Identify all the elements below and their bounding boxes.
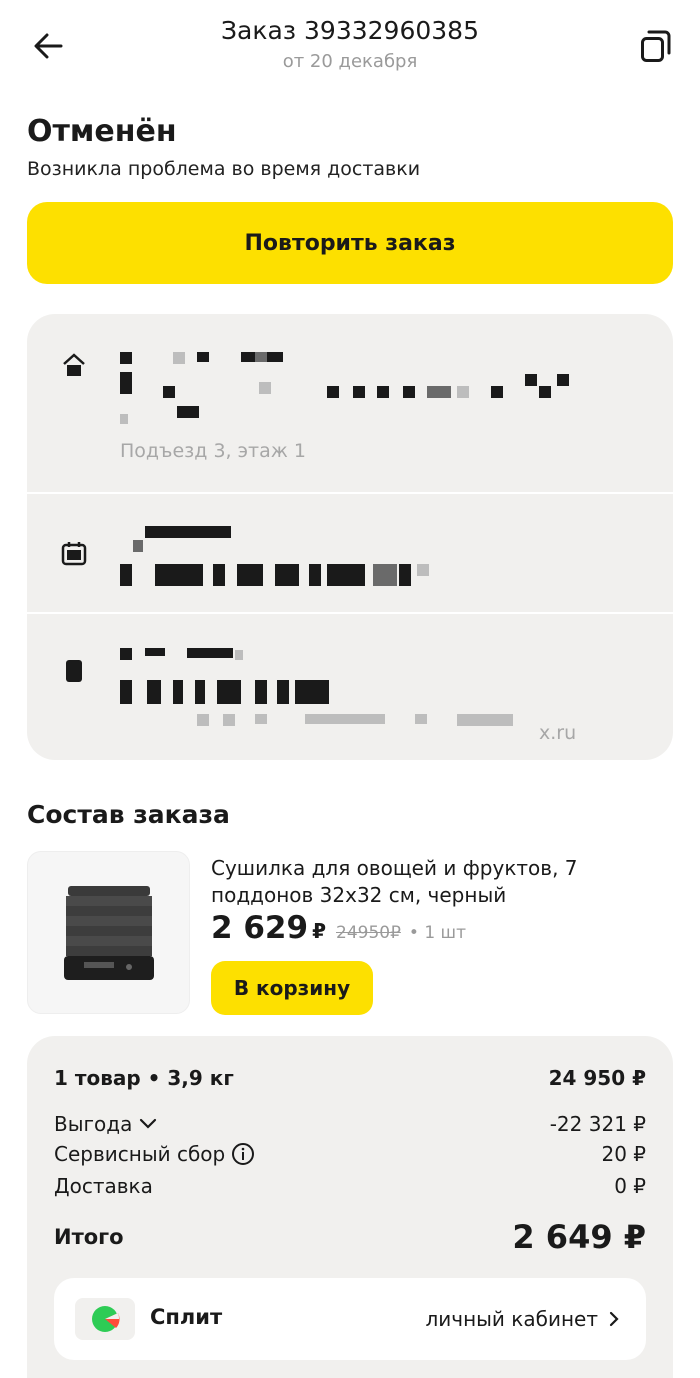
- delivery-info-card: Подъезд 3, этаж 1 x.ru: [27, 314, 673, 760]
- delivery-cost-value: 0 ₽: [614, 1174, 646, 1198]
- old-price: 24950₽: [336, 923, 401, 943]
- delivery-time-row[interactable]: [27, 494, 673, 612]
- info-icon[interactable]: [231, 1142, 255, 1166]
- chevron-right-icon: [609, 1311, 619, 1327]
- status-title: Отменён: [27, 114, 177, 149]
- product-image[interactable]: [27, 851, 190, 1014]
- split-link-label: личный кабинет: [425, 1307, 598, 1331]
- chevron-down-icon: [140, 1118, 157, 1129]
- current-price: 2 629: [211, 910, 309, 946]
- order-date: от 20 декабря: [282, 51, 418, 72]
- total-value: 2 649 ₽: [512, 1218, 646, 1256]
- delivery-cost-row: Доставка 0 ₽: [54, 1174, 646, 1198]
- items-value: 24 950 ₽: [548, 1066, 646, 1090]
- phone-icon: [66, 660, 82, 682]
- benefit-label-group[interactable]: Выгода: [54, 1112, 158, 1136]
- top-bar: Заказ 3933296038​5 от 20 декабря: [0, 0, 700, 90]
- order-title: Заказ 3933296038​5: [221, 16, 479, 45]
- benefit-row[interactable]: Выгода -22 321 ₽: [54, 1112, 646, 1136]
- items-label: 1 товар • 3,9 кг: [54, 1066, 234, 1090]
- product-quantity: • 1 шт: [408, 923, 467, 943]
- house-icon: [63, 353, 85, 376]
- currency-sign: ₽: [312, 919, 326, 943]
- order-contents-title: Состав заказа: [27, 800, 230, 829]
- total-label: Итого: [54, 1225, 124, 1249]
- copy-icon: [641, 30, 671, 62]
- product-name[interactable]: Сушилка для овощей и фруктов, 7 поддонов…: [211, 855, 631, 909]
- add-to-cart-button[interactable]: В корзину: [211, 961, 373, 1015]
- product-price: 2 629 ₽ 24950₽ • 1 шт: [211, 910, 466, 946]
- address-hint: Подъезд 3, этаж 1: [120, 440, 306, 462]
- split-card[interactable]: Сплит личный кабинет: [54, 1278, 646, 1360]
- order-summary-card: 1 товар • 3,9 кг 24 950 ₽ Выгода -22 321…: [27, 1036, 673, 1378]
- service-fee-label: Сервисный сбор: [54, 1142, 226, 1166]
- delivery-cost-label: Доставка: [54, 1174, 153, 1198]
- address-row[interactable]: Подъезд 3, этаж 1: [27, 314, 673, 494]
- service-fee-row: Сервисный сбор 20 ₽: [54, 1142, 646, 1166]
- email-suffix: x.ru: [539, 722, 577, 744]
- calendar-icon: [61, 542, 87, 566]
- split-logo: [75, 1298, 135, 1340]
- total-row: Итого 2 649 ₽: [54, 1218, 646, 1256]
- dehydrator-image: [63, 885, 154, 980]
- split-label: Сплит: [150, 1305, 223, 1329]
- service-fee-value: 20 ₽: [601, 1142, 646, 1166]
- split-logo-icon: [92, 1306, 120, 1332]
- split-account-link[interactable]: личный кабинет: [425, 1307, 622, 1331]
- benefit-value: -22 321 ₽: [549, 1112, 646, 1136]
- copy-button[interactable]: [634, 26, 678, 66]
- repeat-order-button[interactable]: Повторить заказ: [27, 202, 673, 284]
- items-row: 1 товар • 3,9 кг 24 950 ₽: [54, 1066, 646, 1090]
- benefit-label: Выгода: [54, 1112, 133, 1136]
- service-fee-label-group: Сервисный сбор: [54, 1142, 255, 1166]
- status-description: Возникла проблема во время доставки: [27, 158, 421, 180]
- contact-row[interactable]: x.ru: [27, 614, 673, 760]
